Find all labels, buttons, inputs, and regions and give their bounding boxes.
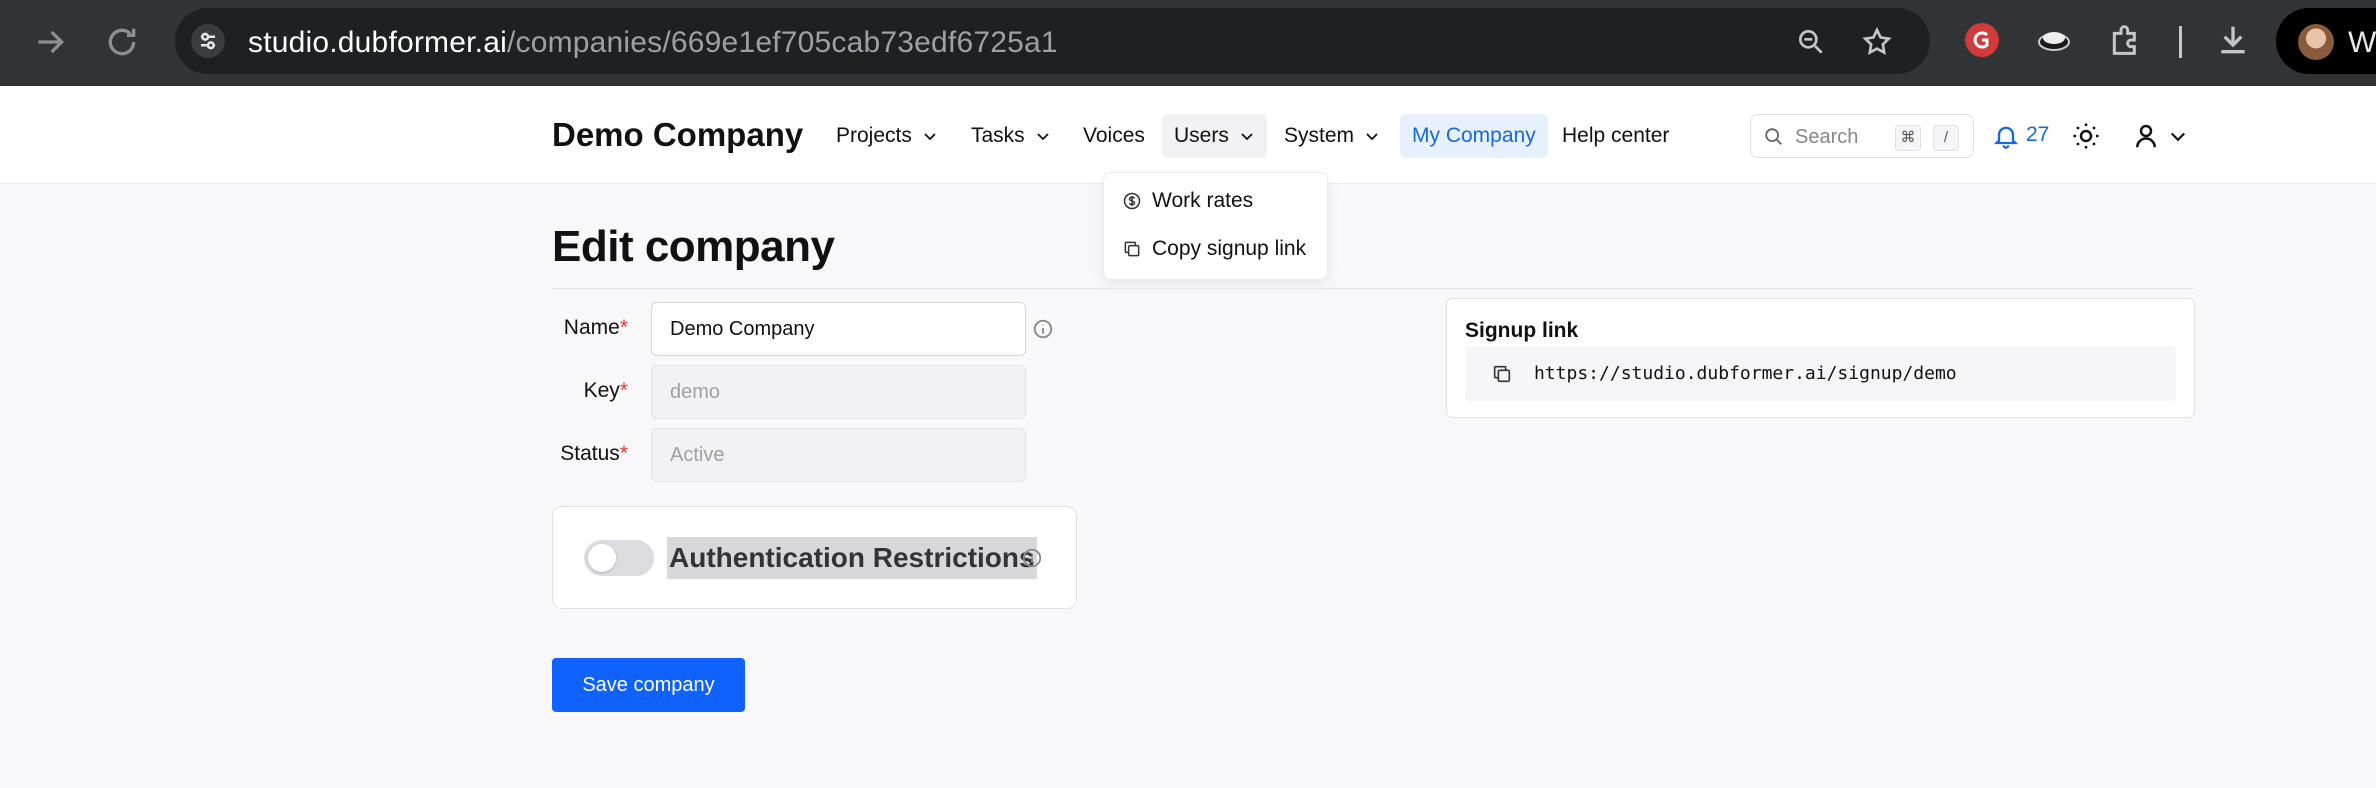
nav-voices[interactable]: Voices bbox=[1071, 114, 1157, 158]
toggle-knob bbox=[588, 544, 616, 572]
signup-link-box: https://studio.dubformer.ai/signup/demo bbox=[1465, 346, 2176, 401]
signup-link-url[interactable]: https://studio.dubformer.ai/signup/demo bbox=[1534, 363, 1957, 384]
avatar bbox=[2298, 24, 2334, 60]
company-name-input[interactable]: Demo Company bbox=[651, 302, 1026, 356]
nav-help-center[interactable]: Help center bbox=[1550, 114, 1681, 158]
nav-projects[interactable]: Projects bbox=[824, 114, 950, 158]
signup-link-title: Signup link bbox=[1465, 319, 1579, 342]
auth-restrictions-label: Authentication Restrictions bbox=[667, 537, 1037, 579]
nav-users[interactable]: Users bbox=[1162, 114, 1267, 158]
auth-restrictions-card: Authentication Restrictions bbox=[552, 506, 1077, 609]
required-mark: * bbox=[619, 442, 628, 465]
search-icon bbox=[1765, 128, 1782, 145]
nav-label: My Company bbox=[1412, 124, 1536, 147]
info-icon[interactable] bbox=[1032, 318, 1054, 340]
nav-label: Tasks bbox=[971, 124, 1025, 147]
reload-icon[interactable] bbox=[102, 22, 142, 62]
title-divider bbox=[552, 288, 2194, 289]
nav-system[interactable]: System bbox=[1272, 114, 1392, 158]
browser-toolbar: studio.dubformer.ai/companies/669e1ef705… bbox=[0, 0, 2376, 86]
nav-label: System bbox=[1284, 124, 1355, 147]
profile-initial: W bbox=[2348, 26, 2376, 59]
extension-disc-icon[interactable] bbox=[2034, 20, 2074, 60]
toolbar-separator bbox=[2179, 26, 2182, 58]
brand-title[interactable]: Demo Company bbox=[552, 116, 803, 154]
signup-link-card: Signup link https://studio.dubformer.ai/… bbox=[1446, 298, 2195, 418]
copy-icon bbox=[1124, 241, 1140, 257]
menu-item-label: Work rates bbox=[1152, 189, 1254, 212]
address-bar[interactable]: studio.dubformer.ai/companies/669e1ef705… bbox=[175, 8, 1930, 74]
nav-label: Help center bbox=[1562, 124, 1670, 147]
status-label: Status* bbox=[560, 442, 628, 465]
name-label: Name* bbox=[563, 316, 628, 339]
theme-toggle-sun-icon[interactable] bbox=[2071, 121, 2101, 151]
chevron-down-icon[interactable] bbox=[2168, 126, 2188, 146]
shortcut-key: / bbox=[1933, 125, 1959, 151]
chevron-down-icon bbox=[1241, 133, 1253, 141]
save-company-button[interactable]: Save company bbox=[552, 658, 745, 712]
required-mark: * bbox=[619, 316, 628, 339]
required-mark: * bbox=[619, 379, 628, 402]
nav-my-company[interactable]: My Company bbox=[1400, 114, 1548, 158]
chevron-down-icon bbox=[924, 133, 936, 141]
user-account-icon[interactable] bbox=[2131, 121, 2161, 151]
grammarly-extension-icon[interactable] bbox=[1962, 20, 2002, 60]
url-text: studio.dubformer.ai/companies/669e1ef705… bbox=[248, 26, 1058, 60]
shortcut-modifier: ⌘ bbox=[1895, 125, 1921, 151]
notifications-bell-icon[interactable] bbox=[1992, 122, 2020, 150]
notification-count[interactable]: 27 bbox=[2026, 123, 2049, 147]
menu-item-work-rates[interactable]: Work rates bbox=[1122, 185, 1253, 217]
nav-label: Voices bbox=[1083, 124, 1145, 147]
auth-restrictions-toggle[interactable] bbox=[584, 540, 654, 576]
url-path: /companies/669e1ef705cab73edf6725a1 bbox=[506, 26, 1058, 59]
company-key-input: demo bbox=[651, 365, 1026, 419]
nav-label: Users bbox=[1174, 124, 1229, 147]
url-host: studio.dubformer.ai bbox=[248, 26, 507, 59]
page-title: Edit company bbox=[552, 222, 835, 271]
menu-item-label: Copy signup link bbox=[1152, 237, 1307, 260]
menu-item-copy-signup-link[interactable]: Copy signup link bbox=[1122, 233, 1306, 265]
company-status-input: Active bbox=[651, 428, 1026, 482]
chevron-down-icon bbox=[1366, 133, 1378, 141]
bookmark-star-icon[interactable] bbox=[1861, 26, 1893, 58]
chevron-down-icon bbox=[1037, 133, 1049, 141]
nav-label: Projects bbox=[836, 124, 912, 147]
site-settings-icon[interactable] bbox=[191, 24, 225, 58]
extensions-puzzle-icon[interactable] bbox=[2106, 20, 2146, 60]
search-placeholder: Search bbox=[1795, 126, 1859, 148]
profile-button[interactable]: W bbox=[2276, 8, 2376, 74]
downloads-icon[interactable] bbox=[2213, 20, 2253, 60]
copy-icon[interactable] bbox=[1491, 363, 1513, 385]
info-icon[interactable] bbox=[1021, 547, 1043, 569]
key-label: Key* bbox=[583, 379, 628, 402]
forward-icon[interactable] bbox=[30, 22, 70, 62]
app-header: Demo Company Projects Tasks Voices Users… bbox=[0, 86, 2376, 184]
zoom-icon[interactable] bbox=[1795, 26, 1827, 58]
dollar-circle-icon bbox=[1123, 192, 1141, 210]
nav-tasks[interactable]: Tasks bbox=[959, 114, 1063, 158]
users-dropdown-menu: Work rates Copy signup link bbox=[1103, 172, 1328, 280]
search-input[interactable]: Search ⌘ / bbox=[1750, 114, 1974, 158]
